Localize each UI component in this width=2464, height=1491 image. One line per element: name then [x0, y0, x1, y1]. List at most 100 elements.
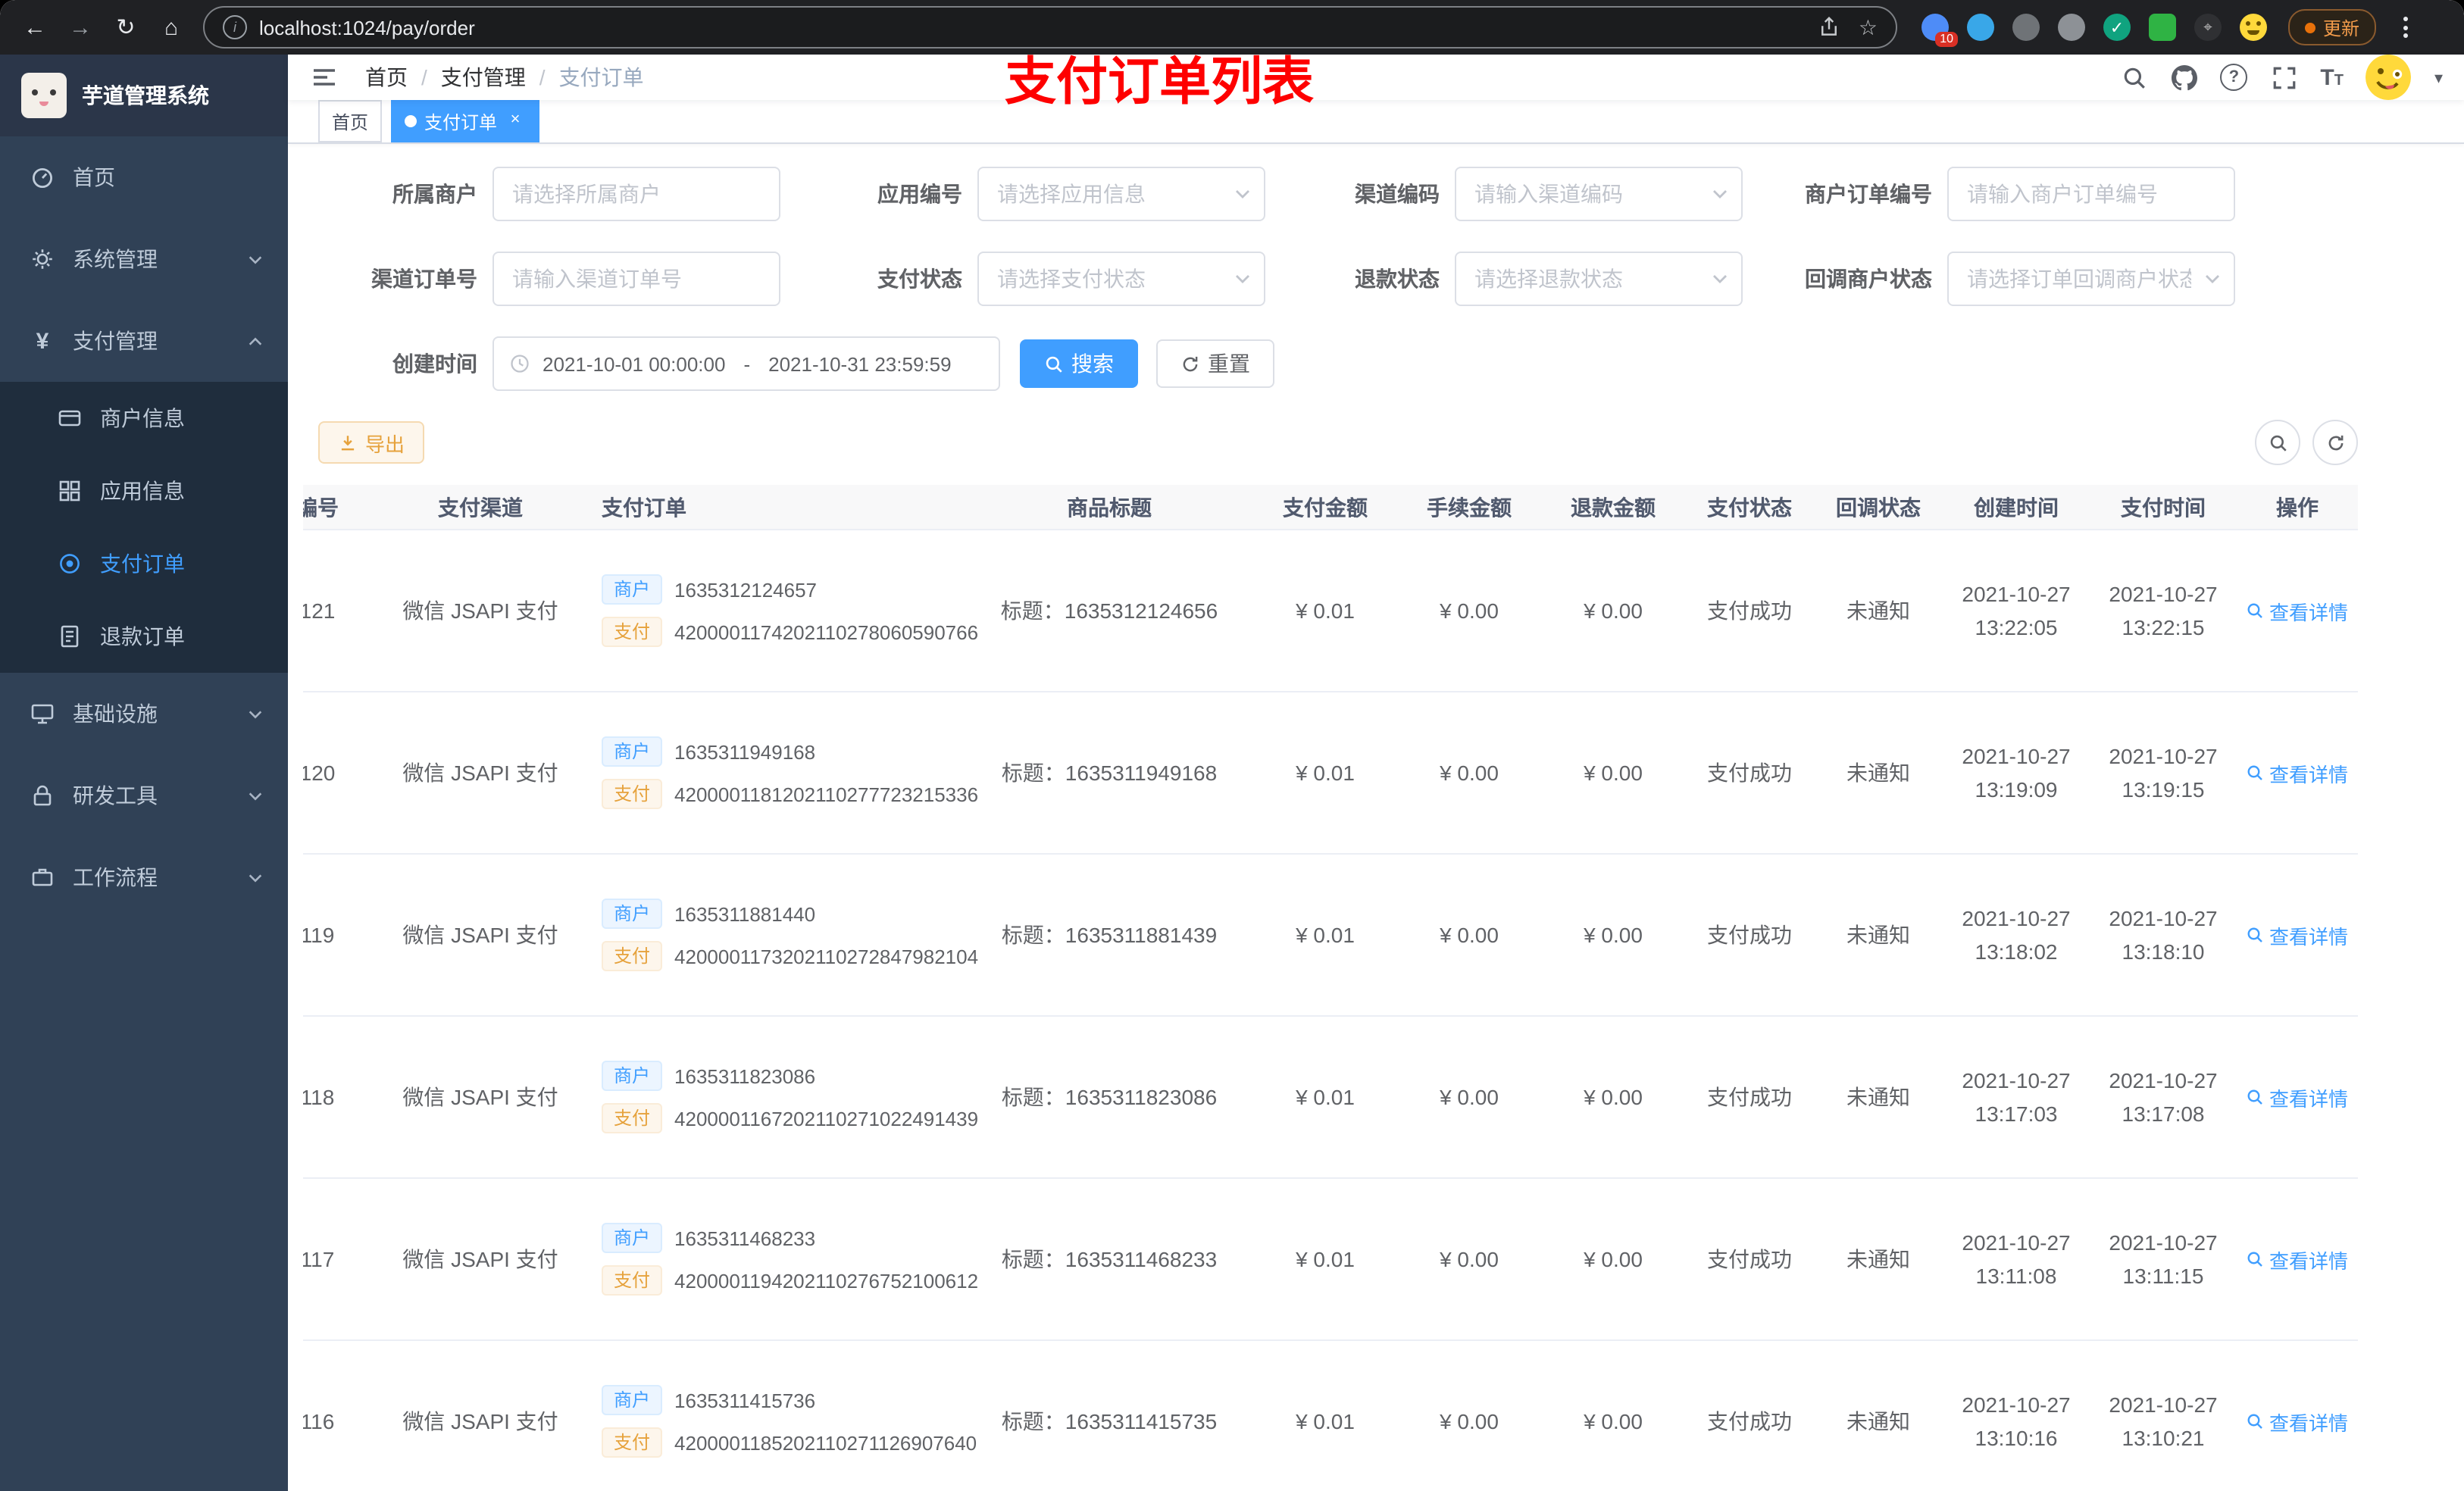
cell-notify: 未通知 — [1814, 854, 1943, 1017]
filter-label: 渠道订单号 — [371, 267, 477, 291]
avatar-caret-icon[interactable]: ▾ — [2434, 67, 2443, 87]
sidebar-item-pay-order[interactable]: 支付订单 — [0, 527, 288, 600]
sidebar-item-system[interactable]: 系统管理 — [0, 218, 288, 300]
extension-icon-3[interactable] — [2012, 14, 2040, 41]
sidebar-item-dev-tools[interactable]: 研发工具 — [0, 755, 288, 836]
merchant-order-no: 1635312124657 — [674, 578, 818, 601]
tab-label: 支付订单 — [424, 111, 498, 133]
reset-button[interactable]: 重置 — [1156, 339, 1274, 388]
home-icon[interactable]: ⌂ — [152, 8, 191, 47]
cell-id: 121 — [303, 530, 374, 692]
breadcrumb-home[interactable]: 首页 — [365, 62, 408, 92]
merchant-order-no-input[interactable] — [1947, 167, 2235, 221]
cell-amount: ¥ 0.01 — [1253, 854, 1397, 1017]
export-button[interactable]: 导出 — [318, 421, 425, 464]
cell-refund: ¥ 0.00 — [1541, 692, 1685, 855]
cell-create-time: 2021-10-27 13:19:09 — [1943, 692, 2090, 855]
help-icon[interactable]: ? — [2220, 64, 2248, 91]
sidebar-item-label: 支付管理 — [73, 329, 158, 353]
merchant-order-no: 1635311415736 — [674, 1389, 816, 1411]
search-button[interactable]: 搜索 — [1020, 339, 1138, 388]
view-detail-link[interactable]: 查看详情 — [2247, 921, 2348, 949]
date-range-picker[interactable]: 2021-10-01 00:00:00 - 2021-10-31 23:59:5… — [492, 336, 1000, 391]
pay-status-select[interactable] — [977, 252, 1265, 306]
extension-icon-4[interactable] — [2058, 14, 2085, 41]
tab-home[interactable]: 首页 — [318, 100, 383, 142]
cell-status: 支付成功 — [1685, 692, 1814, 855]
merchant-tag: 商户 — [602, 899, 663, 929]
filter-label: 回调商户状态 — [1805, 267, 1932, 291]
share-icon[interactable] — [1819, 17, 1840, 38]
sidebar-item-merchant-info[interactable]: 商户信息 — [0, 382, 288, 455]
cell-channel: 微信 JSAPI 支付 — [374, 1340, 586, 1491]
cell-action: 查看详情 — [2237, 1340, 2358, 1491]
col-refund: 退款金额 — [1541, 485, 1685, 530]
cell-notify: 未通知 — [1814, 1178, 1943, 1341]
notify-status-select[interactable] — [1947, 252, 2235, 306]
filter-label: 创建时间 — [392, 352, 477, 376]
font-size-icon[interactable]: TT — [2320, 64, 2344, 90]
browser-update-button[interactable]: 更新 — [2288, 9, 2377, 45]
pay-tag: 支付 — [602, 1427, 663, 1458]
cell-action: 查看详情 — [2237, 1178, 2358, 1341]
url-text[interactable]: localhost:1024/pay/order — [259, 16, 1819, 39]
breadcrumb-payment[interactable]: 支付管理 — [441, 62, 526, 92]
profile-avatar-icon[interactable] — [2240, 14, 2267, 41]
close-icon[interactable]: × — [505, 111, 526, 132]
filter-label: 商户订单编号 — [1805, 182, 1932, 206]
extension-icon-1[interactable]: 10 — [1921, 14, 1958, 47]
sidebar-item-workflow[interactable]: 工作流程 — [0, 836, 288, 918]
view-detail-link[interactable]: 查看详情 — [2247, 1245, 2348, 1274]
reload-icon[interactable]: ↻ — [106, 8, 145, 47]
channel-order-no-input[interactable] — [492, 252, 780, 306]
search-icon[interactable] — [2120, 64, 2147, 91]
col-status: 支付状态 — [1685, 485, 1814, 530]
avatar[interactable] — [2366, 55, 2412, 100]
back-icon[interactable]: ← — [15, 8, 55, 47]
site-info-icon[interactable]: i — [223, 15, 247, 39]
extension-icon-check[interactable]: ✓ — [2103, 14, 2131, 41]
toggle-search-button[interactable] — [2255, 420, 2300, 465]
sidebar-item-label: 基础设施 — [73, 702, 158, 726]
tab-pay-order[interactable]: 支付订单 × — [391, 100, 540, 142]
forward-icon[interactable]: → — [61, 8, 100, 47]
refund-status-select[interactable] — [1455, 252, 1743, 306]
fullscreen-icon[interactable] — [2270, 64, 2297, 91]
cell-create-time: 2021-10-27 13:17:03 — [1943, 1016, 2090, 1179]
cell-title: 标题：1635311949168 — [965, 692, 1253, 855]
view-detail-link[interactable]: 查看详情 — [2247, 758, 2348, 787]
sidebar-item-infrastructure[interactable]: 基础设施 — [0, 673, 288, 755]
hamburger-icon[interactable] — [288, 64, 353, 91]
address-bar[interactable]: i localhost:1024/pay/order ☆ — [203, 6, 1897, 48]
cell-pay-time: 2021-10-27 13:22:15 — [2090, 530, 2237, 692]
github-icon[interactable] — [2170, 64, 2197, 91]
cell-notify: 未通知 — [1814, 1340, 1943, 1491]
app-select[interactable] — [977, 167, 1265, 221]
tab-label: 首页 — [332, 111, 369, 133]
bookmark-star-icon[interactable]: ☆ — [1859, 14, 1878, 40]
channel-code-select[interactable] — [1455, 167, 1743, 221]
extension-icon-2[interactable] — [1967, 14, 1994, 41]
cell-pay-time: 2021-10-27 13:19:15 — [2090, 692, 2237, 855]
gear-icon — [30, 247, 55, 271]
sidebar-item-home[interactable]: 首页 — [0, 136, 288, 218]
refresh-button[interactable] — [2312, 420, 2358, 465]
table-row: 117 微信 JSAPI 支付 商户 1635311468233 支付 4200… — [303, 1178, 2358, 1341]
cell-channel: 微信 JSAPI 支付 — [374, 692, 586, 855]
cell-refund: ¥ 0.00 — [1541, 1016, 1685, 1179]
cell-status: 支付成功 — [1685, 1016, 1814, 1179]
pin-icon[interactable]: ⌖ — [2194, 14, 2222, 41]
view-detail-link[interactable]: 查看详情 — [2247, 596, 2348, 625]
browser-menu-icon[interactable] — [2397, 11, 2414, 44]
sidebar-item-payment[interactable]: ¥ 支付管理 — [0, 300, 288, 382]
table-body: 121 微信 JSAPI 支付 商户 1635312124657 支付 4200… — [303, 530, 2358, 1491]
breadcrumb: 首页 / 支付管理 / 支付订单 — [365, 62, 644, 92]
sidebar-item-refund-order[interactable]: 退款订单 — [0, 600, 288, 673]
cell-order: 商户 1635311468233 支付 42000011942021102767… — [586, 1178, 978, 1341]
merchant-select[interactable] — [492, 167, 780, 221]
view-detail-link[interactable]: 查看详情 — [2247, 1407, 2348, 1436]
cell-title: 标题：1635312124656 — [965, 530, 1253, 692]
sidebar-item-app-info[interactable]: 应用信息 — [0, 455, 288, 527]
view-detail-link[interactable]: 查看详情 — [2247, 1083, 2348, 1111]
extension-icon-green-square[interactable] — [2149, 14, 2176, 41]
